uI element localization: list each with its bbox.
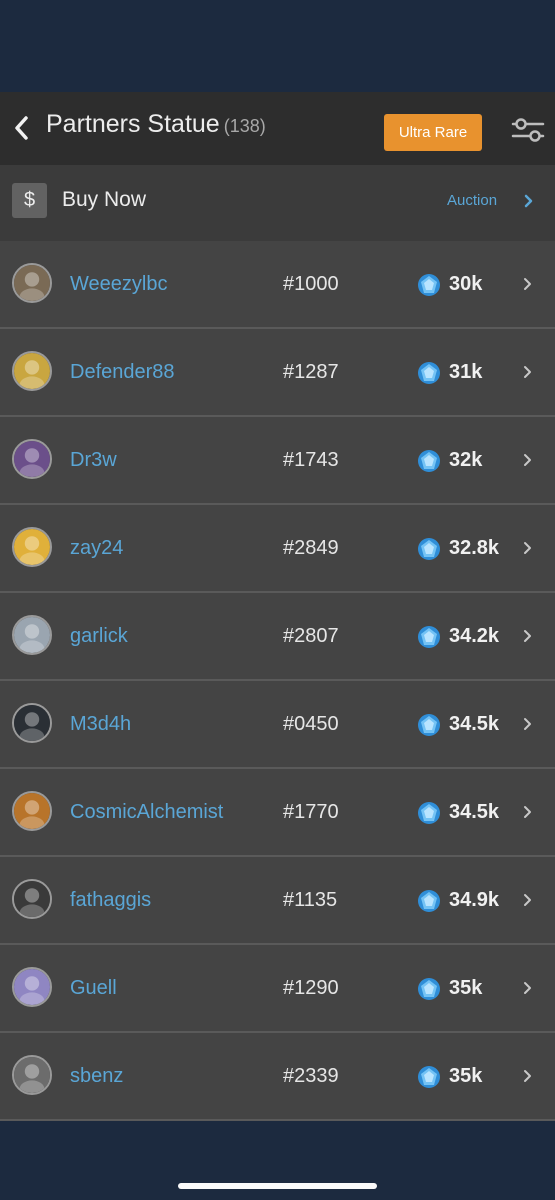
serial-number: #2807 xyxy=(283,625,339,647)
chevron-right-icon xyxy=(524,542,531,554)
avatar-image xyxy=(14,969,50,1005)
username-link[interactable]: Defender88 xyxy=(70,361,175,384)
serial-number: #1000 xyxy=(283,273,339,295)
listing-row[interactable]: fathaggis #1135 34.9k xyxy=(0,857,555,945)
username-link[interactable]: sbenz xyxy=(70,1065,123,1088)
avatar-image xyxy=(14,265,50,301)
gem-icon xyxy=(418,714,440,736)
username-link[interactable]: zay24 xyxy=(70,537,123,560)
dollar-icon: $ xyxy=(12,183,47,218)
avatar[interactable] xyxy=(12,615,52,655)
username-link[interactable]: M3d4h xyxy=(70,713,131,736)
avatar-image xyxy=(14,617,50,653)
avatar-image xyxy=(14,1057,50,1093)
chevron-right-icon xyxy=(524,894,531,906)
chevron-right-icon xyxy=(524,454,531,466)
listing-row[interactable]: zay24 #2849 32.8k xyxy=(0,505,555,593)
listing-row[interactable]: garlick #2807 34.2k xyxy=(0,593,555,681)
price-value: 34.9k xyxy=(449,889,500,911)
price-value: 32k xyxy=(449,449,483,471)
avatar-image xyxy=(14,353,50,389)
price-value: 34.2k xyxy=(449,625,500,647)
serial-number: #0450 xyxy=(283,713,339,735)
listing-list: Weeezylbc #1000 30k Defender88 #1287 31k… xyxy=(0,241,555,1121)
serial-number: #2849 xyxy=(283,537,339,559)
price-value: 35k xyxy=(449,1065,483,1087)
gem-icon xyxy=(418,450,440,472)
price-value: 34.5k xyxy=(449,801,500,823)
ultra-rare-button[interactable]: Ultra Rare xyxy=(384,114,482,151)
avatar-image xyxy=(14,705,50,741)
price-value: 30k xyxy=(449,273,483,295)
gem-icon xyxy=(418,538,440,560)
avatar[interactable] xyxy=(12,703,52,743)
username-link[interactable]: Dr3w xyxy=(70,449,117,472)
chevron-right-icon xyxy=(524,630,531,642)
price-value: 31k xyxy=(449,361,483,383)
listing-row[interactable]: CosmicAlchemist #1770 34.5k xyxy=(0,769,555,857)
avatar-image xyxy=(14,529,50,565)
avatar[interactable] xyxy=(12,351,52,391)
chevron-right-icon xyxy=(524,982,531,994)
gem-icon xyxy=(418,362,440,384)
username-link[interactable]: Guell xyxy=(70,977,117,1000)
top-safe-area xyxy=(0,0,555,92)
avatar[interactable] xyxy=(12,1055,52,1095)
bottom-safe-area xyxy=(0,1124,555,1200)
avatar-image xyxy=(14,793,50,829)
listing-row[interactable]: Dr3w #1743 32k xyxy=(0,417,555,505)
avatar-image xyxy=(14,441,50,477)
chevron-right-icon xyxy=(524,278,531,290)
serial-number: #1290 xyxy=(283,977,339,999)
chevron-right-icon xyxy=(524,1070,531,1082)
listing-row[interactable]: Defender88 #1287 31k xyxy=(0,329,555,417)
home-indicator[interactable] xyxy=(178,1183,377,1189)
chevron-right-icon xyxy=(524,718,531,730)
chevron-right-icon xyxy=(524,366,531,378)
avatar-image xyxy=(14,881,50,917)
serial-number: #1770 xyxy=(283,801,339,823)
sliders-icon[interactable] xyxy=(511,116,545,144)
gem-icon xyxy=(418,626,440,648)
price-value: 32.8k xyxy=(449,537,500,559)
gem-icon xyxy=(418,890,440,912)
chevron-right-icon[interactable] xyxy=(524,194,534,208)
avatar[interactable] xyxy=(12,879,52,919)
chevron-right-icon xyxy=(524,806,531,818)
listing-row[interactable]: M3d4h #0450 34.5k xyxy=(0,681,555,769)
username-link[interactable]: CosmicAlchemist xyxy=(70,801,223,824)
buy-now-label: Buy Now xyxy=(62,188,147,211)
page-title: Partners Statue (138) xyxy=(46,110,266,139)
listing-count: (138) xyxy=(223,116,266,136)
avatar[interactable] xyxy=(12,263,52,303)
chevron-left-icon[interactable] xyxy=(12,114,30,142)
title-text: Partners Statue xyxy=(46,110,220,138)
listing-row[interactable]: Guell #1290 35k xyxy=(0,945,555,1033)
serial-number: #2339 xyxy=(283,1065,339,1087)
avatar[interactable] xyxy=(12,527,52,567)
avatar[interactable] xyxy=(12,791,52,831)
username-link[interactable]: garlick xyxy=(70,625,128,648)
listing-row[interactable]: Weeezylbc #1000 30k xyxy=(0,241,555,329)
gem-icon xyxy=(418,802,440,824)
serial-number: #1287 xyxy=(283,361,339,383)
serial-number: #1743 xyxy=(283,449,339,471)
username-link[interactable]: fathaggis xyxy=(70,889,151,912)
gem-icon xyxy=(418,1066,440,1088)
gem-icon xyxy=(418,978,440,1000)
header-bar: Partners Statue (138) Ultra Rare xyxy=(0,92,555,165)
sale-mode-bar: $ Buy Now Auction xyxy=(0,165,555,241)
price-value: 34.5k xyxy=(449,713,500,735)
gem-icon xyxy=(418,274,440,296)
username-link[interactable]: Weeezylbc xyxy=(70,273,167,296)
avatar[interactable] xyxy=(12,967,52,1007)
listing-row[interactable]: sbenz #2339 35k xyxy=(0,1033,555,1121)
price-value: 35k xyxy=(449,977,483,999)
serial-number: #1135 xyxy=(283,889,338,911)
auction-link[interactable]: Auction xyxy=(447,192,497,209)
avatar[interactable] xyxy=(12,439,52,479)
